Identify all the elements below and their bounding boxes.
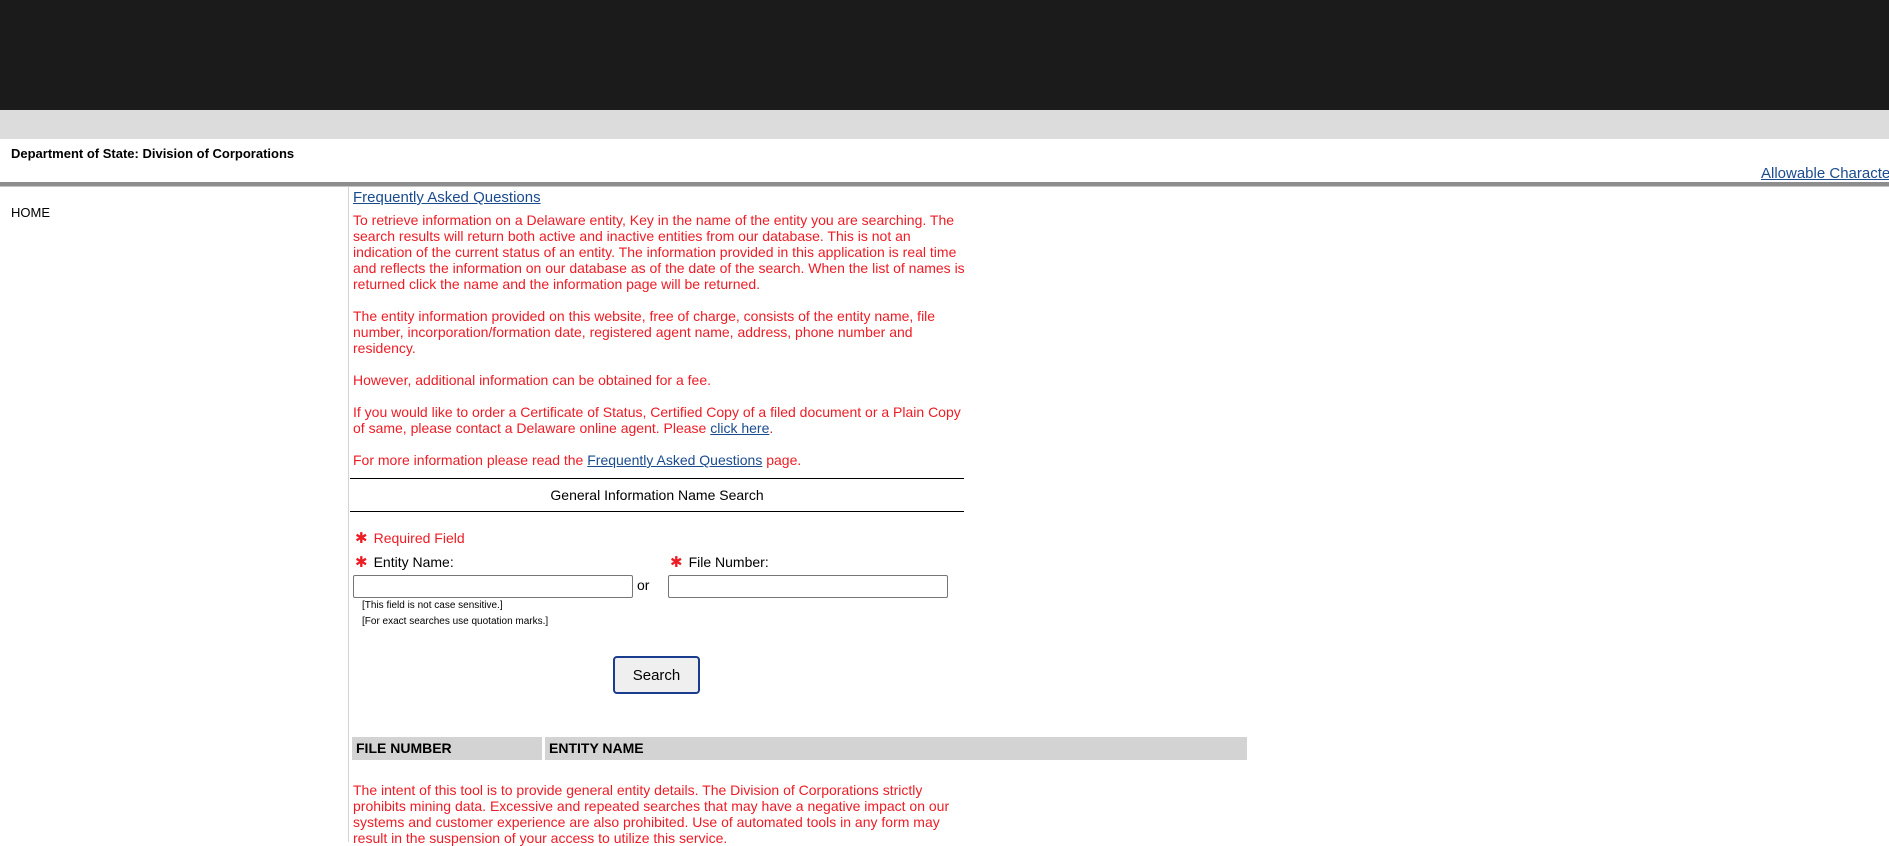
intro-section: Frequently Asked Questions To retrieve i… [353,189,965,484]
file-number-label-row: ✱ File Number: [670,553,769,571]
department-title: Department of State: Division of Corpora… [11,146,295,161]
intro-paragraph-3: However, additional information can be o… [353,372,712,388]
nav-home[interactable]: HOME [11,205,50,220]
faq-link-top[interactable]: Frequently Asked Questions [353,189,965,206]
asterisk-icon: ✱ [670,554,683,571]
entity-name-label-row: ✱ Entity Name: [355,553,454,571]
entity-name-label: Entity Name: [373,554,454,570]
file-number-input[interactable] [668,575,948,598]
required-field-note: ✱ Required Field [355,529,465,547]
intro-p5-end: page. [762,452,802,468]
entity-name-input[interactable] [353,575,633,598]
file-number-label: File Number: [688,554,769,570]
asterisk-icon: ✱ [355,530,368,547]
column-header-entity-name[interactable]: ENTITY NAME [545,737,1247,760]
sidebar-divider [348,187,349,842]
results-table-header: FILE NUMBER ENTITY NAME [352,737,1247,760]
or-separator: or [637,577,650,593]
search-section-header: General Information Name Search [350,478,964,512]
exact-search-hint: [For exact searches use quotation marks.… [362,616,549,627]
intro-p4-end: . [769,420,774,436]
intro-paragraph-1: To retrieve information on a Delaware en… [353,212,965,292]
sub-banner [0,110,1889,139]
search-button[interactable]: Search [613,656,700,694]
intro-paragraph-2: The entity information provided on this … [353,308,936,356]
asterisk-icon: ✱ [355,554,368,571]
column-header-file-number[interactable]: FILE NUMBER [352,737,542,760]
faq-link-bottom[interactable]: Frequently Asked Questions [587,452,762,468]
header-divider [0,182,1889,187]
intro-p5-text: For more information please read the [353,452,588,468]
allowable-characters-link[interactable]: Allowable Characters [1761,165,1889,182]
case-sensitivity-hint: [This field is not case sensitive.] [362,600,503,611]
click-here-link[interactable]: click here [710,420,769,436]
usage-disclaimer: The intent of this tool is to provide ge… [353,782,950,846]
intro-p4-text: If you would like to order a Certificate… [353,404,961,436]
top-banner [0,0,1889,110]
required-field-label: Required Field [373,530,465,546]
intro-paragraph-5: For more information please read the Fre… [353,452,965,468]
intro-paragraph-4: If you would like to order a Certificate… [353,404,965,436]
